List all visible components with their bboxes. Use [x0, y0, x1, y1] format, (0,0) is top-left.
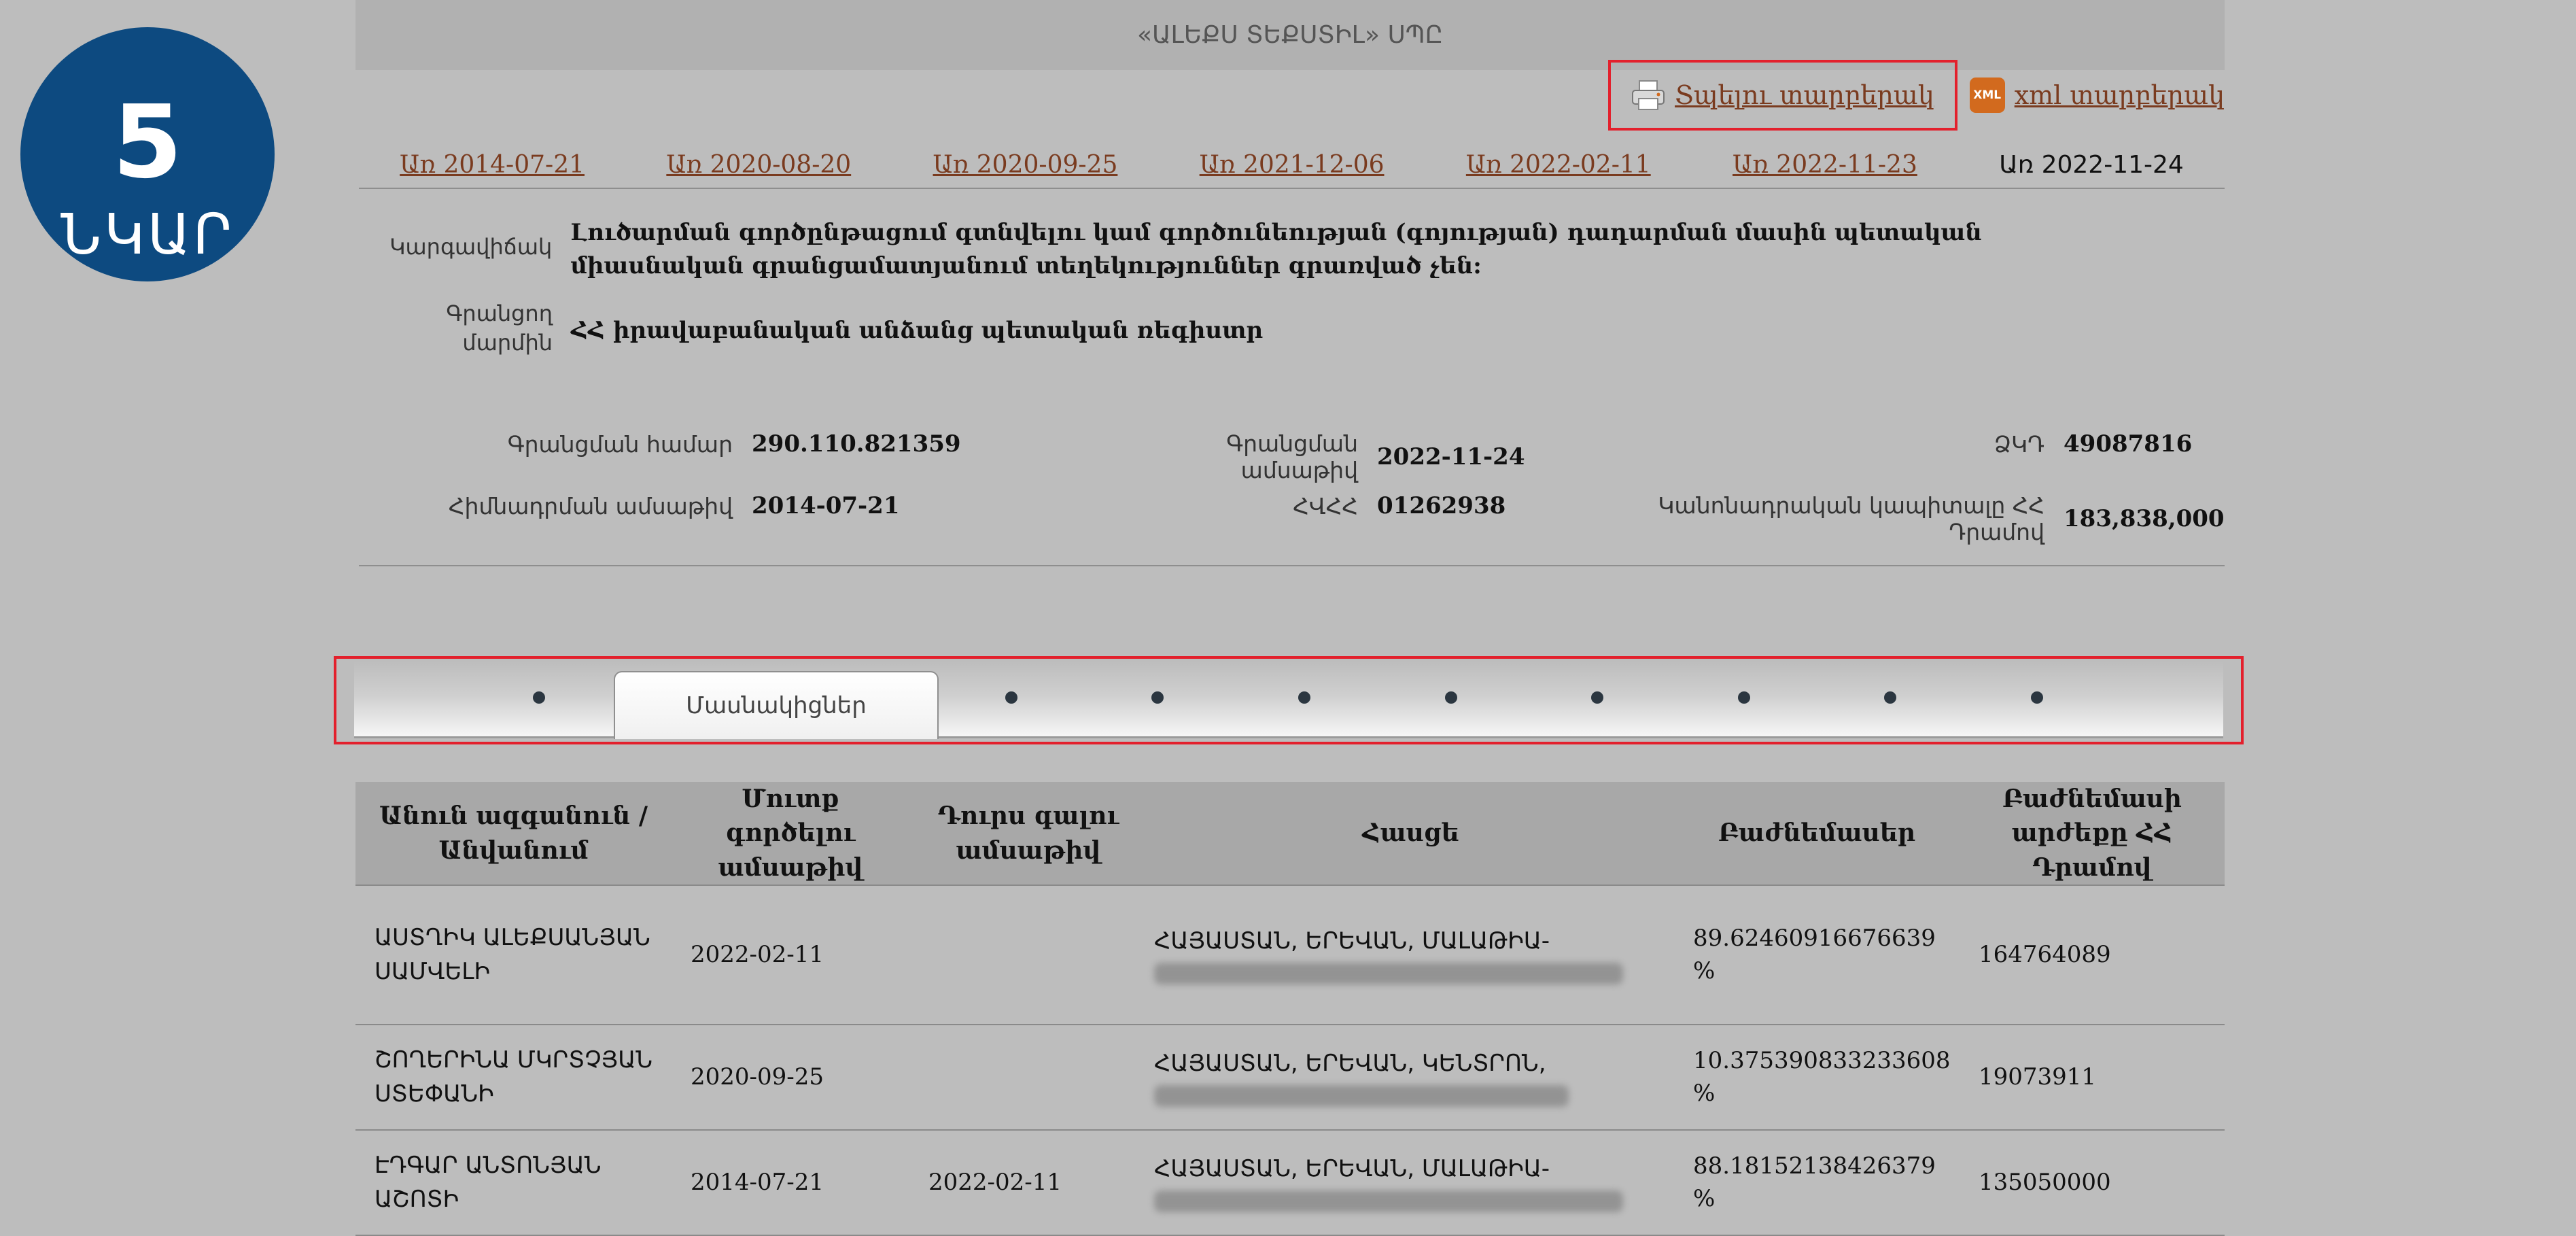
tin-value: 01262938: [1377, 492, 1506, 519]
col-header-entry-date: Մուտք գործելու ամսաթիվ: [672, 782, 909, 887]
share-value: 19073911: [1960, 1025, 2225, 1131]
address-cell: ՀԱՅԱՍՏԱՆ, ԵՐԵՎԱՆ, ՄԱԼԱԹԻԱ-: [1147, 1130, 1674, 1236]
exit-date: [909, 1025, 1147, 1131]
reg-number-label: Գրանցման համար: [507, 430, 733, 458]
registrar-row: Գրանցող մարմին ՀՀ իրավաբանական անձանց պե…: [389, 299, 1477, 358]
registrar-label: Գրանցող մարմին: [446, 301, 553, 356]
tabs-highlight-frame: Մասնակիցներ: [334, 656, 2244, 744]
tab-dot-5[interactable]: [1445, 691, 1457, 704]
reg-date-field: Գրանցման ամսաթիվ 2022-11-24: [1103, 430, 1525, 483]
status-value: Լուծարման գործընթացում գտնվելու կամ գործ…: [570, 219, 1982, 280]
capital-value: 183,838,000: [2064, 505, 2225, 532]
registrar-value: ՀՀ իրավաբանական անձանց պետական ռեգիստր: [571, 317, 1264, 344]
zkd-field: ՁԿԴ 49087816: [1647, 430, 2193, 458]
tab-dot-2[interactable]: [1005, 691, 1017, 704]
badge-number: 5: [112, 84, 183, 201]
capital-field: Կանոնադրական կապիտալը ՀՀ Դրամով 183,838,…: [1579, 492, 2225, 545]
address-cell: ՀԱՅԱՍՏԱՆ, ԵՐԵՎԱՆ, ՄԱԼԱԹԻԱ-: [1147, 885, 1674, 1026]
badge-label: ՆԿԱՐ: [60, 203, 234, 267]
date-link-2022-02-11[interactable]: Առ 2022-02-11: [1466, 151, 1651, 179]
share-value: 164764089: [1960, 885, 2225, 1026]
participant-name: ՇՈՂԵՐԻՆԱ ՄԿՐՏՉՅԱՆ ՍՏԵՓԱՆԻ: [355, 1025, 672, 1131]
reg-date-value: 2022-11-24: [1377, 443, 1525, 470]
entry-date: 2020-09-25: [672, 1025, 909, 1131]
xml-file-icon: XML: [1969, 78, 2005, 113]
share-percent: 88.18152138426379 %: [1674, 1130, 1960, 1236]
main-content: «ԱԼԵՔՍ ՏԵՔՍՏԻԼ» ՍՊԸ Տպելու տարբերակ XML …: [334, 0, 2244, 1236]
table-row: ՇՈՂԵՐԻՆԱ ՄԿՐՏՉՅԱՆ ՍՏԵՓԱՆԻ 2020-09-25 ՀԱՅ…: [355, 1025, 2225, 1131]
figure-badge: 5 ՆԿԱՐ: [20, 27, 275, 281]
reg-date-label: Գրանցման ամսաթիվ: [1226, 430, 1358, 483]
col-header-shares: Բաժնեմասեր: [1674, 782, 1960, 887]
address-text: ՀԱՅԱՍՏԱՆ, ԵՐԵՎԱՆ, ՄԱԼԱԹԻԱ-: [1154, 927, 1550, 955]
xml-version-link[interactable]: xml տարբերակ: [2015, 80, 2225, 110]
exit-date: [909, 885, 1147, 1026]
tab-dot-6[interactable]: [1591, 691, 1603, 704]
redacted-address: [1154, 1085, 1569, 1108]
current-date: Առ 2022-11-24: [1999, 150, 2184, 179]
date-link-2021-12-06[interactable]: Առ 2021-12-06: [1200, 151, 1385, 179]
status-label: Կարգավիճակ: [389, 234, 553, 260]
address-text: ՀԱՅԱՍՏԱՆ, ԵՐԵՎԱՆ, ԿԵՆՏՐՈՆ,: [1154, 1049, 1546, 1077]
tab-dot-3[interactable]: [1151, 691, 1164, 704]
col-header-share-value: Բաժնեմասի արժեքը ՀՀ Դրամով: [1960, 782, 2225, 887]
date-link-2020-09-25[interactable]: Առ 2020-09-25: [933, 151, 1118, 179]
tab-participants[interactable]: Մասնակիցներ: [614, 671, 939, 739]
col-header-address: Հասցե: [1147, 782, 1674, 887]
share-percent: 89.62460916676639 %: [1674, 885, 1960, 1026]
tab-bar: Մասնակիցներ: [354, 662, 2223, 739]
exit-date: 2022-02-11: [909, 1130, 1147, 1236]
tab-dot-9[interactable]: [2031, 691, 2043, 704]
col-header-exit-date: Դուրս գալու ամսաթիվ: [909, 782, 1147, 887]
zkd-value: 49087816: [2064, 430, 2193, 458]
participants-table: Անուն ազգանուն / Անվանում Մուտք գործելու…: [355, 782, 2225, 1236]
table-row: ԱՍՏՂԻԿ ԱԼԵՔՍԱՆՅԱՆ ՍԱՄՎԵԼԻ 2022-02-11 ՀԱՅ…: [355, 885, 2225, 1026]
tin-field: ՀՎՀՀ 01262938: [1103, 492, 1505, 519]
founding-date-field: Հիմնադրման ամսաթիվ 2014-07-21: [423, 492, 900, 519]
table-header-row: Անուն ազգանուն / Անվանում Մուտք գործելու…: [355, 782, 2225, 887]
share-value: 135050000: [1960, 1130, 2225, 1236]
participant-name: ԷԴԳԱՐ ԱՆՏՈՆՅԱՆ ԱՇՈՏԻ: [355, 1130, 672, 1236]
redacted-address: [1154, 963, 1623, 985]
reg-number-field: Գրանցման համար 290.110.821359: [423, 430, 961, 458]
print-version-button[interactable]: Տպելու տարբերակ: [1608, 60, 1957, 131]
col-header-name: Անուն ազգանուն / Անվանում: [355, 782, 672, 887]
entry-date: 2014-07-21: [672, 1130, 909, 1236]
tab-dot-8[interactable]: [1884, 691, 1896, 704]
participant-name: ԱՍՏՂԻԿ ԱԼԵՔՍԱՆՅԱՆ ՍԱՄՎԵԼԻ: [355, 885, 672, 1026]
share-percent: 10.375390833233608 %: [1674, 1025, 1960, 1131]
capital-label: Կանոնադրական կապիտալը ՀՀ Դրամով: [1658, 492, 2044, 545]
tab-participants-label: Մասնակիցներ: [686, 692, 867, 719]
date-link-2014-07-21[interactable]: Առ 2014-07-21: [400, 151, 585, 179]
reg-number-value: 290.110.821359: [752, 430, 961, 458]
address-cell: ՀԱՅԱՍՏԱՆ, ԵՐԵՎԱՆ, ԿԵՆՏՐՈՆ,: [1147, 1025, 1674, 1131]
entry-date: 2022-02-11: [672, 885, 909, 1026]
history-date-links: Առ 2014-07-21 Առ 2020-08-20 Առ 2020-09-2…: [359, 141, 2225, 189]
status-row: Կարգավիճակ Լուծարման գործընթացում գտնվել…: [389, 216, 2055, 284]
date-link-2020-08-20[interactable]: Առ 2020-08-20: [666, 151, 851, 179]
xml-version-button[interactable]: XML xml տարբերակ: [1969, 78, 2225, 113]
table-row: ԷԴԳԱՐ ԱՆՏՈՆՅԱՆ ԱՇՈՏԻ 2014-07-21 2022-02-…: [355, 1130, 2225, 1236]
print-version-link[interactable]: Տպելու տարբերակ: [1675, 80, 1934, 110]
founding-date-label: Հիմնադրման ամսաթիվ: [448, 492, 733, 519]
redacted-address: [1154, 1190, 1623, 1213]
date-link-2022-11-23[interactable]: Առ 2022-11-23: [1733, 151, 1917, 179]
export-actions: Տպելու տարբերակ XML xml տարբերակ: [1608, 58, 2225, 132]
section-divider: [359, 565, 2225, 566]
address-text: ՀԱՅԱՍՏԱՆ, ԵՐԵՎԱՆ, ՄԱԼԱԹԻԱ-: [1154, 1154, 1550, 1182]
tab-dot-1[interactable]: [533, 691, 545, 704]
tin-label: ՀՎՀՀ: [1293, 492, 1358, 519]
zkd-label: ՁԿԴ: [1994, 430, 2044, 458]
tab-dot-7[interactable]: [1738, 691, 1750, 704]
printer-icon: [1632, 80, 1665, 110]
tab-dot-4[interactable]: [1298, 691, 1310, 704]
founding-date-value: 2014-07-21: [752, 492, 900, 519]
company-title: «ԱԼԵՔՍ ՏԵՔՍՏԻԼ» ՍՊԸ: [1137, 21, 1443, 49]
